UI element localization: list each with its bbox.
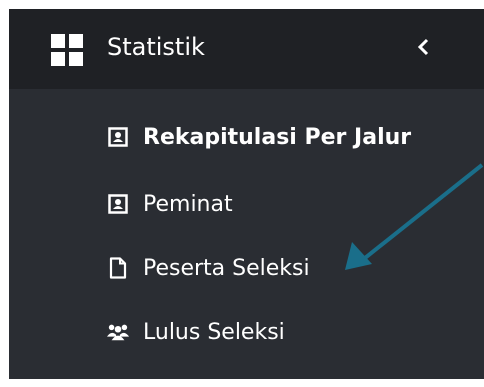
arrow-icon [345,163,484,270]
